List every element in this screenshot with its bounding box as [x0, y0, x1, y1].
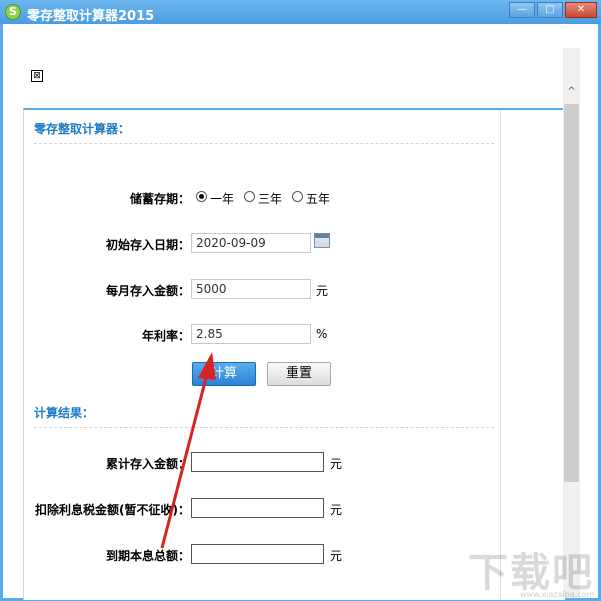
arrow-shaft — [160, 369, 210, 549]
watermark-logo: 下载吧 — [468, 549, 594, 596]
app-window: S 零存整取计算器2015 — □ ✕ ⊠ 零存整取计算器： 储蓄存期： 一年 … — [0, 0, 601, 601]
watermark-url: www.xiazaiba.com — [520, 590, 595, 599]
arrow-head — [198, 352, 216, 380]
annotation-arrow-icon — [160, 352, 216, 549]
